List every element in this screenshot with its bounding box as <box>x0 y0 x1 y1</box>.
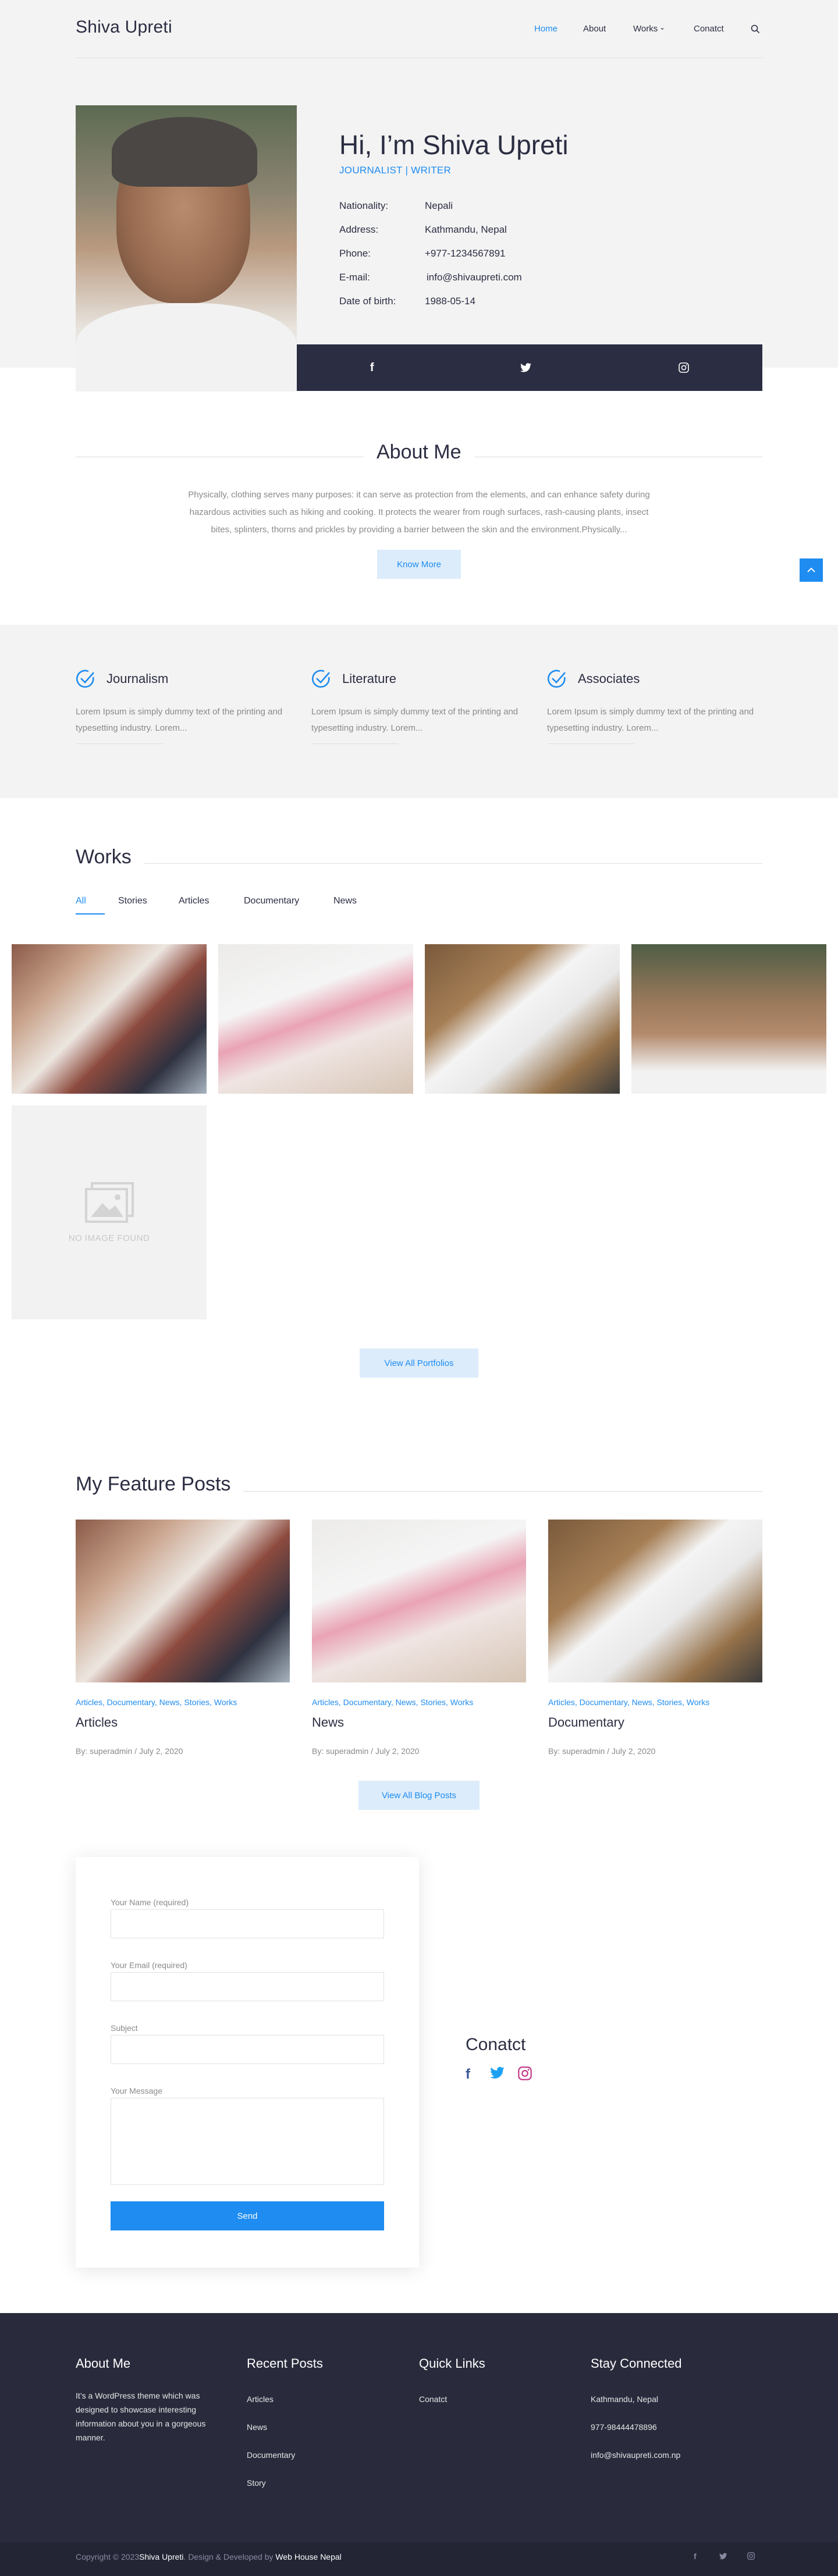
recent-post-link[interactable]: Documentary <box>247 2450 295 2460</box>
footer-recent-title: Recent Posts <box>247 2356 323 2371</box>
info-phone: Phone: +977-1234567891 <box>339 248 506 259</box>
footer-about: About Me It’s a WordPress theme which wa… <box>76 2356 215 2445</box>
portfolio-item[interactable] <box>218 944 413 1094</box>
post-title[interactable]: Documentary <box>548 1715 624 1730</box>
nav-about[interactable]: About <box>583 24 606 34</box>
developer-link[interactable]: Web House Nepal <box>275 2552 341 2561</box>
name-label: Your Name (required) <box>111 1898 189 1907</box>
portfolio-item[interactable] <box>425 944 620 1094</box>
check-circle-icon <box>76 669 95 689</box>
instagram-icon[interactable] <box>679 362 689 373</box>
name-input[interactable] <box>111 1909 384 1938</box>
info-nationality: Nationality: Nepali <box>339 200 453 211</box>
tab-stories[interactable]: Stories <box>118 896 147 906</box>
post-categories[interactable]: Articles, Documentary, News, Stories, Wo… <box>312 1698 473 1707</box>
recent-post-link[interactable]: Story <box>247 2478 266 2488</box>
facebook-icon[interactable]: f <box>466 2066 477 2083</box>
active-tab-indicator <box>76 913 105 915</box>
footer-phone[interactable]: 977-98444478896 <box>591 2422 657 2432</box>
post-categories[interactable]: Articles, Documentary, News, Stories, Wo… <box>548 1698 709 1707</box>
hero-title: Hi, I’m Shiva Upreti <box>339 130 569 160</box>
contact-title: Conatct <box>466 2035 526 2054</box>
post-image[interactable] <box>312 1520 526 1682</box>
search-icon[interactable] <box>751 24 760 34</box>
subject-label: Subject <box>111 2023 138 2033</box>
portfolio-item-no-image[interactable]: NO IMAGE FOUND <box>12 1105 207 1319</box>
contact-social: f <box>466 2066 532 2083</box>
post-image[interactable] <box>548 1520 762 1682</box>
post-meta: By: superadmin / July 2, 2020 <box>548 1746 656 1756</box>
nav-home[interactable]: Home <box>534 24 558 34</box>
footer-stay-title: Stay Connected <box>591 2356 682 2371</box>
check-circle-icon <box>311 669 331 689</box>
facebook-icon[interactable]: f <box>370 361 374 375</box>
know-more-button[interactable]: Know More <box>377 550 461 579</box>
post-meta: By: superadmin / July 2, 2020 <box>312 1746 420 1756</box>
about-text: Physically, clothing serves many purpose… <box>188 490 650 535</box>
works-title: Works <box>63 846 144 869</box>
post-title[interactable]: Articles <box>76 1715 118 1730</box>
recent-post-link[interactable]: News <box>247 2422 267 2432</box>
portfolio-item[interactable] <box>631 944 826 1094</box>
site-logo[interactable]: Shiva Upreti <box>76 17 172 37</box>
footer-quick-links: Quick Links Conatct <box>419 2356 485 2404</box>
message-label: Your Message <box>111 2086 162 2095</box>
info-email: E-mail: info@shivaupreti.com <box>339 272 522 283</box>
twitter-icon[interactable] <box>520 363 532 372</box>
footer-links-title: Quick Links <box>419 2356 485 2371</box>
scroll-top-button[interactable] <box>800 558 823 582</box>
profile-photo <box>76 105 297 392</box>
nav-works[interactable]: Works <box>633 24 658 34</box>
hero-social-bar: f <box>297 344 762 391</box>
info-address: Address: Kathmandu, Nepal <box>339 224 507 235</box>
footer <box>0 2313 838 2576</box>
send-button[interactable]: Send <box>111 2201 384 2230</box>
contact-form: Your Name (required) Your Email (require… <box>76 1857 419 2268</box>
copyright-name-link[interactable]: Shiva Upreti <box>139 2552 183 2561</box>
quick-link[interactable]: Conatct <box>419 2394 447 2404</box>
chevron-down-icon[interactable]: ⌄ <box>659 23 665 31</box>
instagram-icon[interactable] <box>518 2066 532 2083</box>
post-categories[interactable]: Articles, Documentary, News, Stories, Wo… <box>76 1698 237 1707</box>
email-label: Your Email (required) <box>111 1961 187 1970</box>
view-all-portfolios-button[interactable]: View All Portfolios <box>360 1349 478 1378</box>
tab-news[interactable]: News <box>333 896 357 906</box>
tab-articles[interactable]: Articles <box>179 896 209 906</box>
image-placeholder-icon <box>84 1182 134 1223</box>
email-input[interactable] <box>111 1972 384 2001</box>
no-image-text: NO IMAGE FOUND <box>68 1233 150 1243</box>
message-textarea[interactable] <box>111 2098 384 2185</box>
footer-recent: Recent Posts Articles News Documentary S… <box>247 2356 323 2488</box>
subject-input[interactable] <box>111 2035 384 2064</box>
footer-stay-connected: Stay Connected Kathmandu, Nepal 977-9844… <box>591 2356 682 2460</box>
copyright-text: Copyright © 2023Shiva Upreti. Design & D… <box>76 2552 342 2561</box>
feature-title: My Feature Posts <box>63 1473 244 1496</box>
footer-about-title: About Me <box>76 2356 131 2371</box>
about-title: About Me <box>364 441 474 464</box>
check-circle-icon <box>547 669 567 689</box>
hero-subtitle: JOURNALIST | WRITER <box>339 165 452 176</box>
works-divider <box>76 863 762 864</box>
instagram-icon[interactable] <box>747 2552 755 2560</box>
post-meta: By: superadmin / July 2, 2020 <box>76 1746 183 1756</box>
twitter-icon[interactable] <box>719 2553 727 2560</box>
recent-post-link[interactable]: Articles <box>247 2394 274 2404</box>
post-image[interactable] <box>76 1520 290 1682</box>
portfolio-item[interactable] <box>12 944 207 1094</box>
twitter-icon[interactable] <box>490 2066 505 2083</box>
post-title[interactable]: News <box>312 1715 344 1730</box>
tab-all[interactable]: All <box>76 896 86 906</box>
footer-address: Kathmandu, Nepal <box>591 2394 658 2404</box>
footer-email[interactable]: info@shivaupreti.com.np <box>591 2450 680 2460</box>
view-all-blog-posts-button[interactable]: View All Blog Posts <box>358 1781 480 1810</box>
footer-about-text: It’s a WordPress theme which was designe… <box>76 2391 206 2442</box>
info-dob: Date of birth: 1988-05-14 <box>339 296 475 307</box>
nav-contact[interactable]: Conatct <box>694 24 724 34</box>
tab-documentary[interactable]: Documentary <box>244 896 299 906</box>
facebook-icon[interactable]: f <box>694 2552 697 2561</box>
